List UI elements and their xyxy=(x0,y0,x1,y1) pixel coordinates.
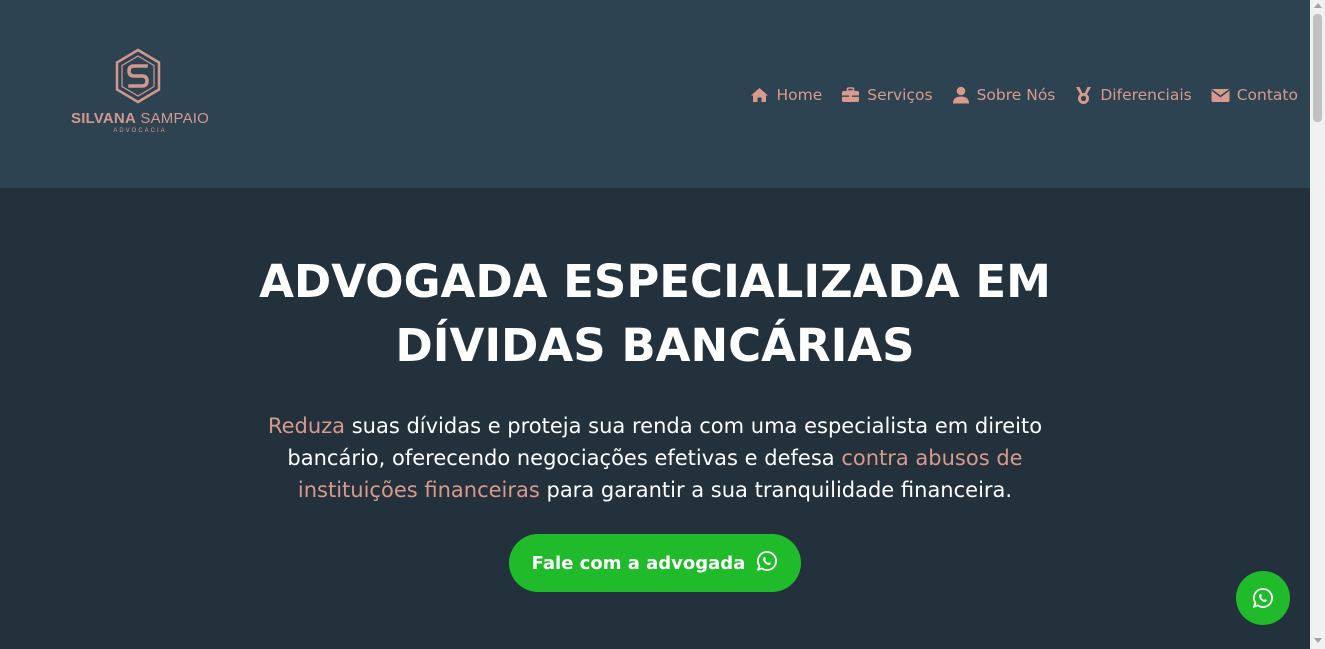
site-header: SILVANA SAMPAIO ADVOCACIA Home Serviços … xyxy=(0,0,1310,188)
brand-subtitle: ADVOCACIA xyxy=(113,128,167,134)
whatsapp-icon xyxy=(757,551,778,571)
hero-title-line: DÍVIDAS BANCÁRIAS xyxy=(395,319,915,372)
home-icon xyxy=(751,88,769,102)
floating-whatsapp-button[interactable] xyxy=(1236,571,1290,625)
nav-item-label: Serviços xyxy=(867,86,933,104)
nav-item-label: Home xyxy=(776,86,823,104)
hero-description: Reduza suas dívidas e proteja sua renda … xyxy=(255,410,1055,506)
scroll-up-arrow-icon[interactable] xyxy=(1314,3,1322,8)
logo-emblem-icon xyxy=(115,48,161,104)
nav-item-label: Sobre Nós xyxy=(976,86,1056,104)
medal-icon xyxy=(1076,86,1092,104)
nav-item-label: Contato xyxy=(1236,86,1298,104)
user-icon xyxy=(952,86,969,104)
nav-item-home[interactable]: Home xyxy=(750,86,822,104)
nav-item-contato[interactable]: Contato xyxy=(1211,86,1298,104)
briefcase-icon xyxy=(842,87,860,102)
nav-item-label: Diferenciais xyxy=(1100,86,1192,104)
scrollbar-thumb[interactable] xyxy=(1313,14,1322,122)
nav-item-servicos[interactable]: Serviços xyxy=(841,86,933,104)
contact-lawyer-button[interactable]: Fale com a advogada xyxy=(509,534,801,592)
main-nav: Home Serviços Sobre Nós Diferenciais Con… xyxy=(750,82,1298,108)
nav-item-sobre-nos[interactable]: Sobre Nós xyxy=(952,86,1056,104)
whatsapp-icon xyxy=(1252,588,1273,608)
nav-item-diferenciais[interactable]: Diferenciais xyxy=(1074,86,1192,105)
scroll-down-arrow-icon[interactable] xyxy=(1314,638,1322,643)
hero-text-segment: para garantir a sua tranquilidade financ… xyxy=(539,478,1013,502)
brand-name: SILVANA SAMPAIO xyxy=(70,110,210,127)
hero-title: ADVOGADA ESPECIALIZADA EM DÍVIDAS BANCÁR… xyxy=(0,250,1310,378)
hero-highlight: Reduza xyxy=(267,414,346,438)
envelope-icon xyxy=(1211,88,1230,102)
brand-logo[interactable]: SILVANA SAMPAIO ADVOCACIA xyxy=(62,46,218,138)
hero-title-line: ADVOGADA ESPECIALIZADA EM xyxy=(259,255,1051,308)
page-scrollbar[interactable] xyxy=(1310,0,1325,649)
cta-label: Fale com a advogada xyxy=(531,552,746,574)
